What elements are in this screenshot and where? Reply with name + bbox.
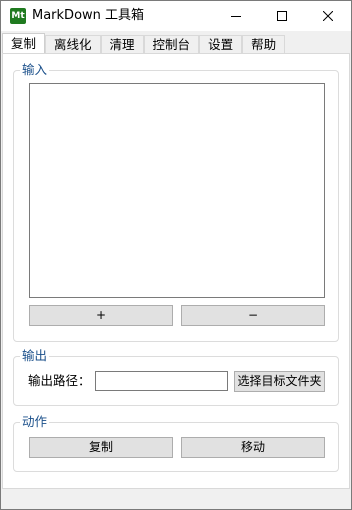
tab-console[interactable]: 控制台 bbox=[143, 35, 200, 54]
remove-button[interactable]: − bbox=[181, 305, 325, 326]
output-group-legend: 输出 bbox=[20, 348, 50, 364]
action-group-legend: 动作 bbox=[20, 414, 50, 430]
window-title: MarkDown 工具箱 bbox=[32, 8, 145, 23]
input-group-legend: 输入 bbox=[20, 62, 50, 78]
app-icon: Mt bbox=[10, 8, 26, 24]
move-button[interactable]: 移动 bbox=[181, 437, 325, 458]
minimize-button[interactable] bbox=[213, 1, 259, 31]
close-button[interactable] bbox=[305, 1, 351, 31]
input-group: 输入 + − bbox=[13, 62, 339, 342]
status-bar bbox=[1, 489, 351, 509]
choose-folder-button[interactable]: 选择目标文件夹 bbox=[234, 371, 325, 392]
action-group: 动作 复制 移动 bbox=[13, 414, 339, 472]
output-path-label: 输出路径： bbox=[28, 373, 91, 388]
minimize-icon bbox=[231, 16, 241, 17]
tab-copy[interactable]: 复制 bbox=[2, 33, 46, 54]
maximize-icon bbox=[277, 11, 287, 21]
title-bar[interactable]: Mt MarkDown 工具箱 bbox=[1, 1, 351, 31]
input-list[interactable] bbox=[29, 83, 325, 298]
tab-offline[interactable]: 离线化 bbox=[45, 35, 101, 54]
tab-help[interactable]: 帮助 bbox=[242, 35, 286, 54]
maximize-button[interactable] bbox=[259, 1, 305, 31]
output-path-input[interactable] bbox=[95, 371, 228, 391]
main-window: Mt MarkDown 工具箱 复制 离线化 清理 控制台 设置 帮助 输入 +… bbox=[0, 0, 352, 510]
tab-settings[interactable]: 设置 bbox=[199, 35, 243, 54]
output-group: 输出 输出路径： 选择目标文件夹 bbox=[13, 348, 339, 406]
add-button[interactable]: + bbox=[29, 305, 173, 326]
close-icon bbox=[323, 11, 333, 21]
tab-panel-copy: 输入 + − 输出 输出路径： 选择目标文件夹 动作 复制 移动 bbox=[2, 53, 350, 489]
copy-button[interactable]: 复制 bbox=[29, 437, 173, 458]
tab-clean[interactable]: 清理 bbox=[100, 35, 144, 54]
tab-bar: 复制 离线化 清理 控制台 设置 帮助 bbox=[2, 33, 286, 54]
